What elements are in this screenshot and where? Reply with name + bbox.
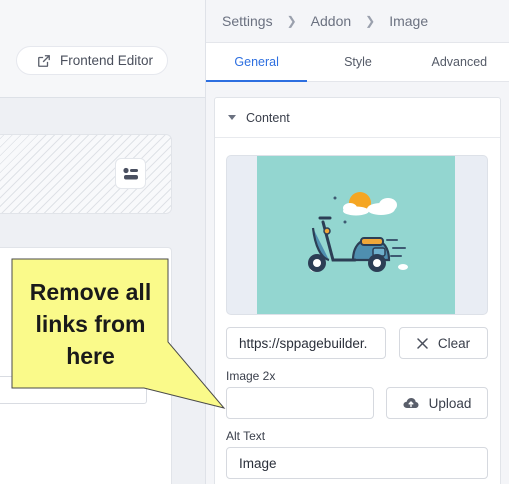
image-2x-input[interactable] [226, 387, 374, 419]
layout-toggle-icon [122, 167, 138, 179]
image-2x-label: Image 2x [226, 369, 276, 383]
canvas-input-placeholder [0, 376, 147, 404]
image-preview[interactable] [226, 155, 488, 315]
alt-text-label: Alt Text [226, 429, 266, 443]
external-edit-icon [38, 54, 50, 67]
cloud-upload-icon [403, 398, 419, 408]
breadcrumb: Settings ❯ Addon ❯ Image [206, 0, 509, 42]
frontend-editor-label: Frontend Editor [60, 53, 154, 68]
image-url-input[interactable]: https://sppagebuilder. [226, 327, 386, 359]
clear-button[interactable]: Clear [399, 327, 488, 359]
clear-label: Clear [437, 335, 471, 351]
scooter-illustration [257, 156, 455, 314]
frontend-editor-button[interactable]: Frontend Editor [16, 46, 168, 75]
builder-canvas: Frontend Editor [0, 0, 205, 484]
caret-down-icon [228, 115, 236, 120]
chevron-right-icon: ❯ [286, 14, 297, 28]
close-icon [417, 337, 428, 349]
tab-advanced[interactable]: Advanced [409, 43, 509, 81]
upload-label: Upload [428, 395, 472, 411]
breadcrumb-settings[interactable]: Settings [222, 13, 273, 29]
alt-text-input[interactable]: Image [226, 447, 488, 479]
canvas-section-card [0, 247, 172, 484]
settings-tabs: General Style Advanced [206, 42, 509, 82]
breadcrumb-addon[interactable]: Addon [311, 13, 351, 29]
breadcrumb-image: Image [389, 13, 429, 29]
content-section-title: Content [246, 110, 290, 125]
tab-general[interactable]: General [206, 43, 308, 82]
tab-style[interactable]: Style [307, 43, 408, 81]
layout-toggle-button[interactable] [115, 158, 146, 189]
empty-addon-placeholder[interactable] [0, 134, 172, 214]
canvas-toolbar: Frontend Editor [0, 0, 205, 98]
upload-button[interactable]: Upload [386, 387, 488, 419]
chevron-right-icon: ❯ [365, 14, 376, 28]
content-section-header[interactable]: Content [215, 98, 500, 138]
settings-panel: Settings ❯ Addon ❯ Image General Style A… [205, 0, 509, 484]
